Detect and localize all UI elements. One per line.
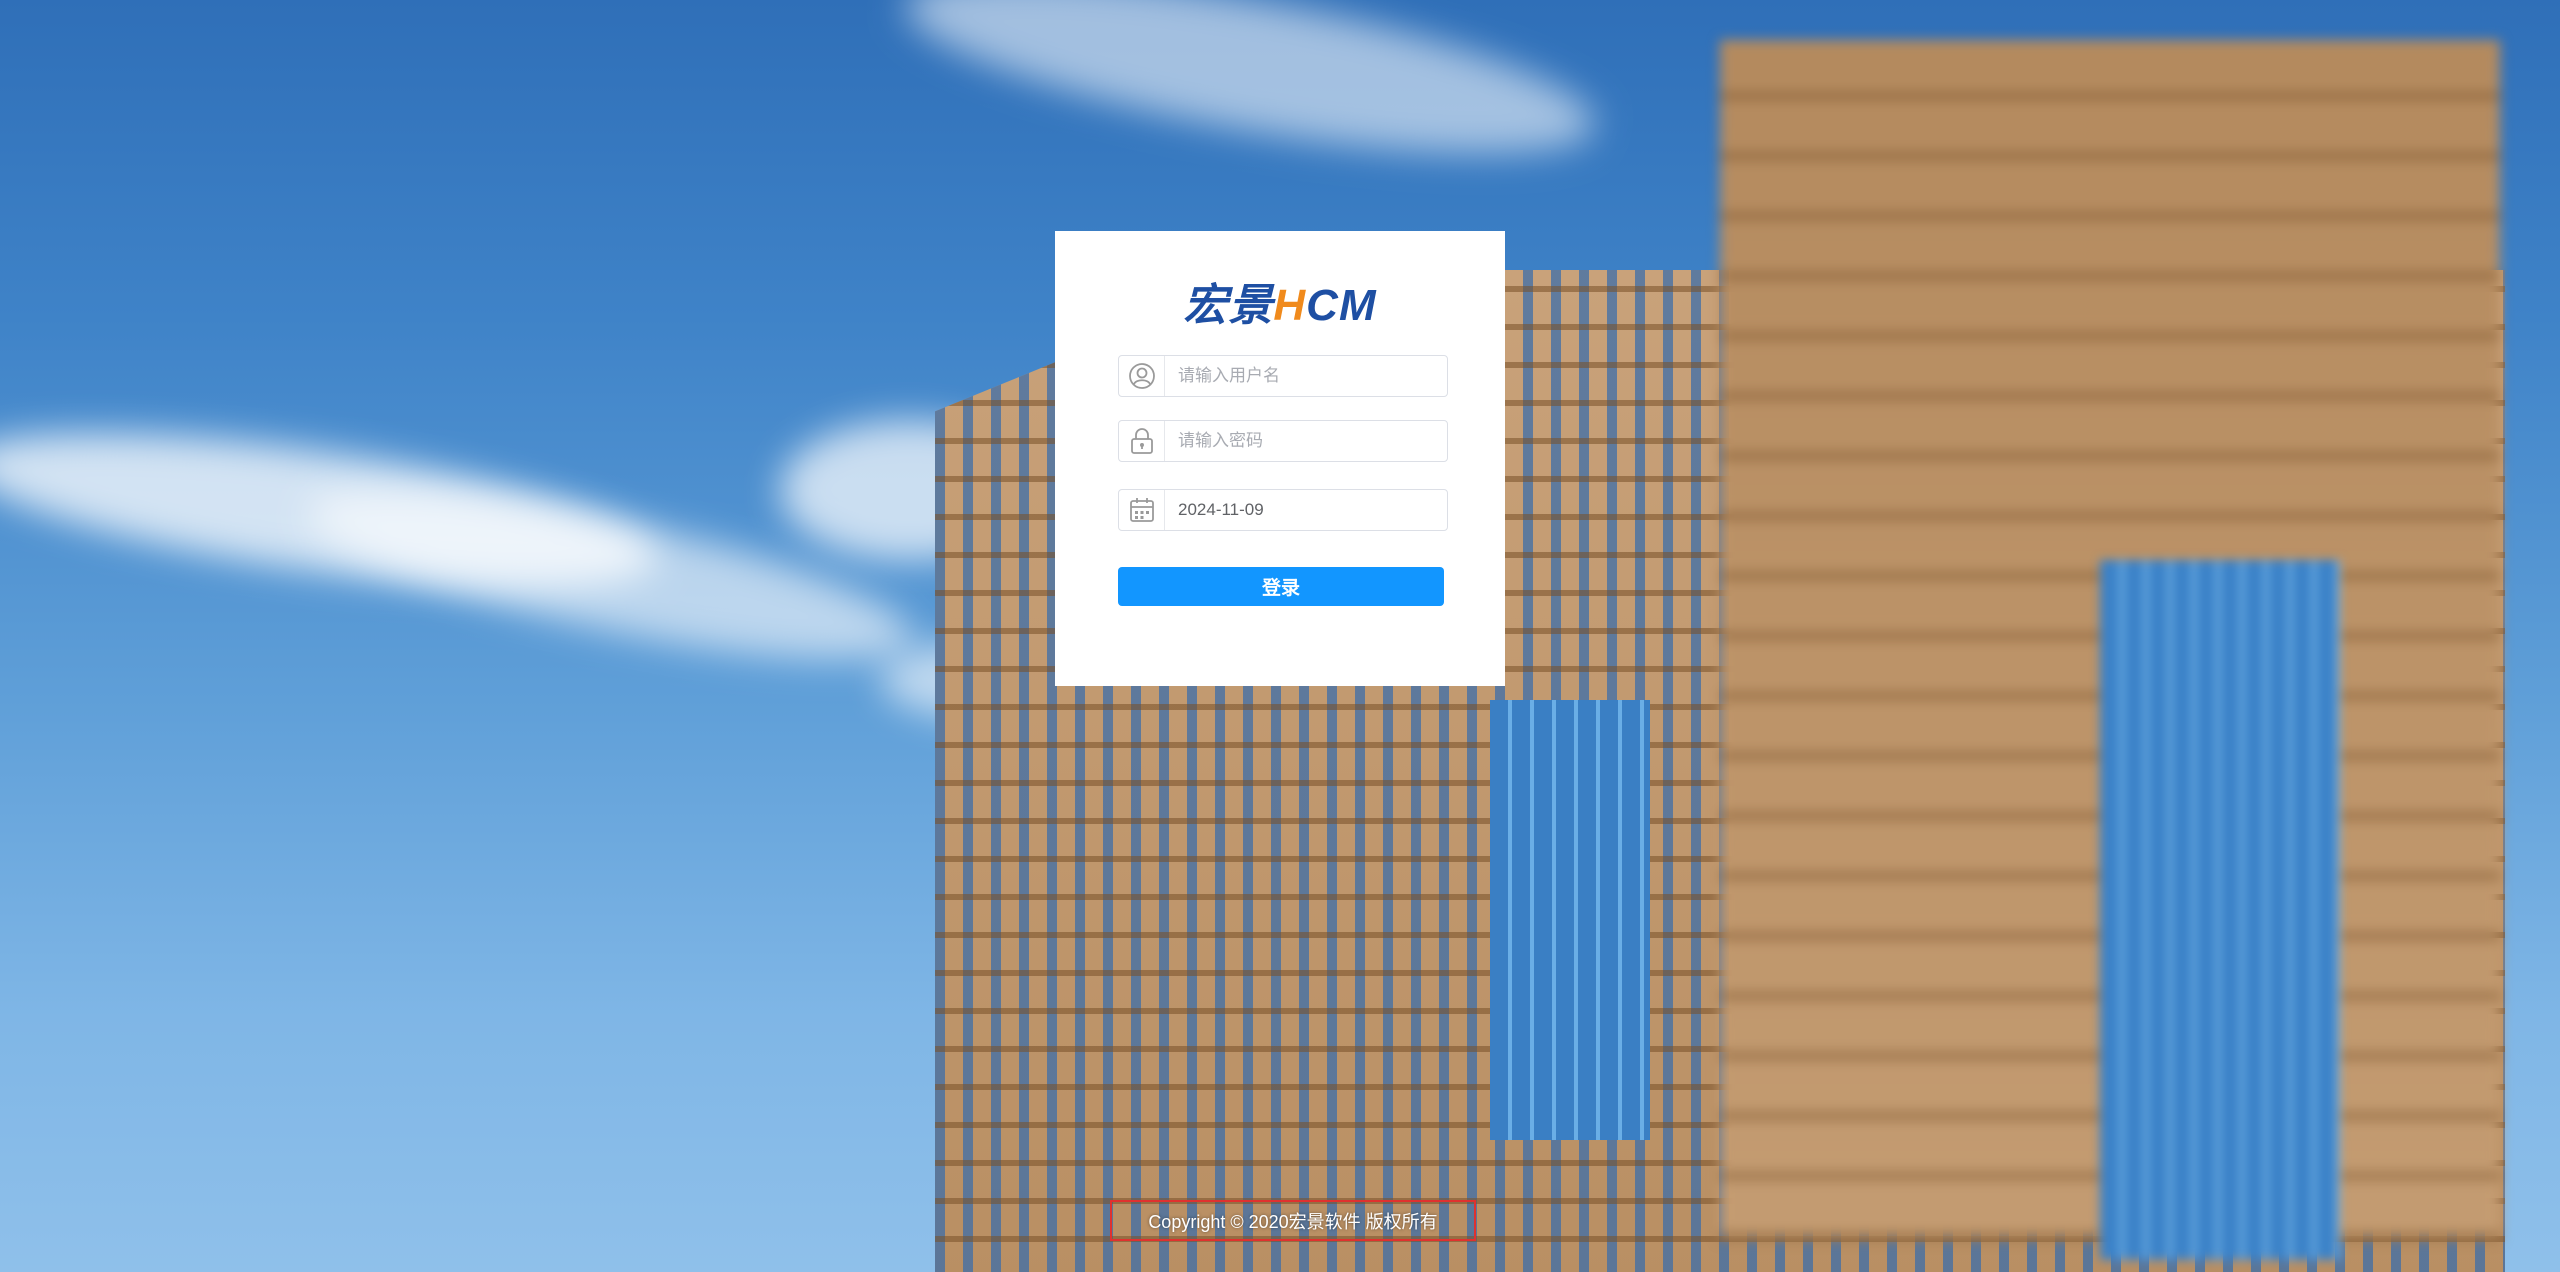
copyright-text: Copyright © 2020宏景软件 版权所有 <box>1148 1211 1438 1232</box>
hcm-logo: 宏景HCM <box>1055 269 1505 333</box>
password-field[interactable] <box>1118 420 1448 462</box>
password-input[interactable] <box>1165 421 1447 461</box>
date-field[interactable] <box>1118 489 1448 531</box>
building-glass <box>1490 700 1650 1140</box>
calendar-icon <box>1119 490 1165 530</box>
login-card: 宏景HCM 请输入用户名 2024-11-09 登录 <box>1055 231 1505 686</box>
lock-icon <box>1119 421 1165 461</box>
date-input[interactable] <box>1165 490 1447 530</box>
building-glass <box>2100 560 2340 1260</box>
username-field[interactable] <box>1118 355 1448 397</box>
login-button[interactable]: 登录 <box>1118 567 1444 606</box>
copyright-footer: Copyright © 2020宏景软件 版权所有 <box>1110 1200 1476 1241</box>
cloud <box>894 0 1606 190</box>
username-input[interactable] <box>1165 356 1447 396</box>
logo-text-h: H <box>1273 281 1307 330</box>
user-icon <box>1119 356 1165 396</box>
logo-text-cn: 宏景 <box>1183 281 1274 330</box>
logo-text-cm: CM <box>1306 281 1377 330</box>
